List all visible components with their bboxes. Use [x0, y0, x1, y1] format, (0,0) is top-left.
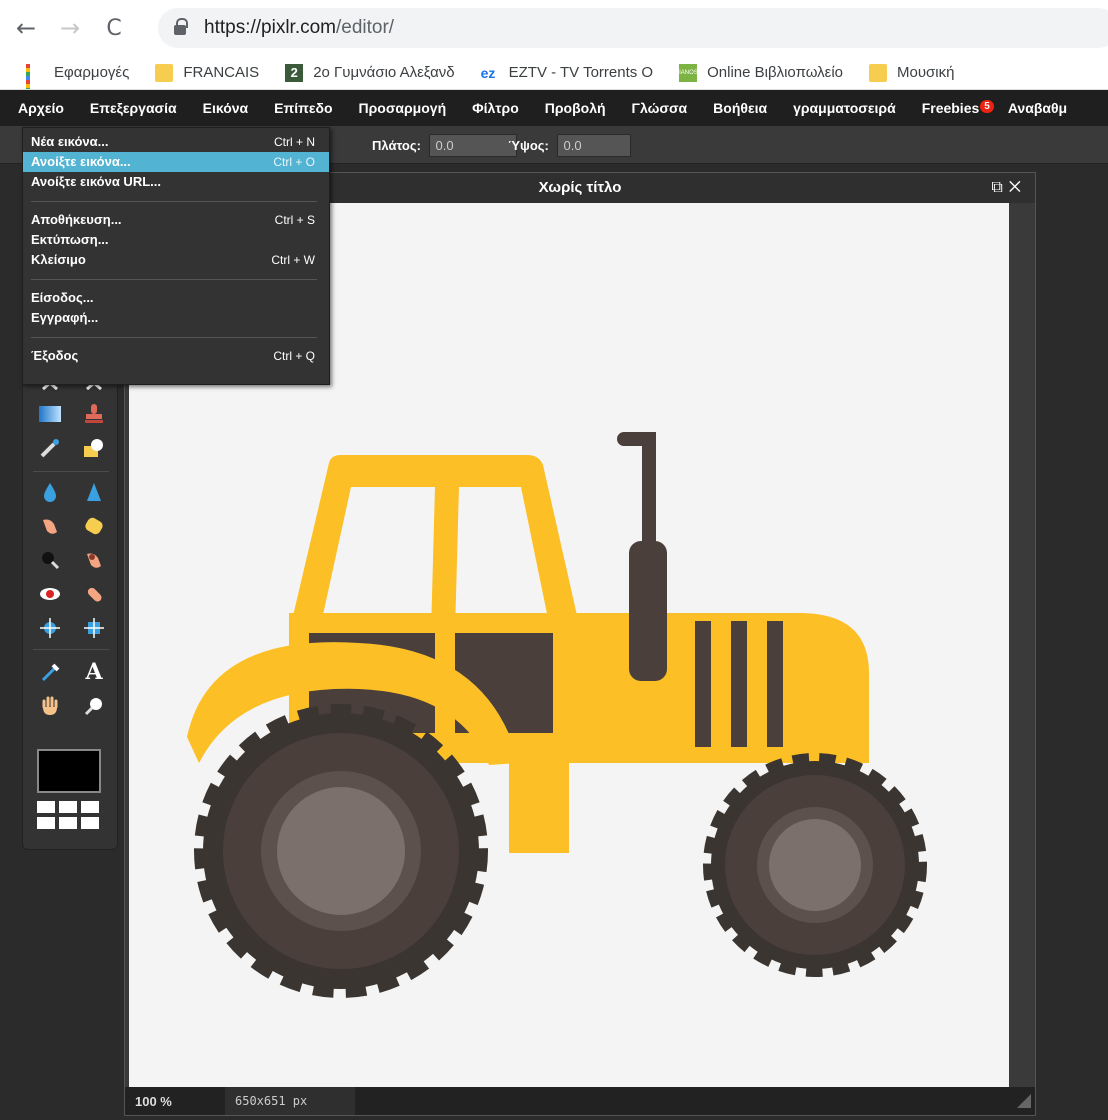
width-input[interactable]: 0.0: [428, 134, 517, 157]
menu-separator: [31, 279, 317, 280]
bookmark-apps[interactable]: Εφαρμογές: [26, 63, 129, 89]
color-picker-tool-icon[interactable]: [37, 659, 63, 685]
menu-help[interactable]: Βοήθεια: [713, 100, 767, 116]
menu-item-login[interactable]: Είσοδος...: [23, 288, 329, 308]
menu-fonts[interactable]: γραμματοσειρά: [793, 100, 896, 116]
menu-upgrade[interactable]: Αναβαθμ: [1008, 100, 1067, 116]
lock-icon: [174, 18, 188, 35]
bookmark-bookstore[interactable]: IANOS Online Βιβλιοπωλείο: [679, 63, 843, 82]
sponge-tool-icon[interactable]: [81, 513, 107, 539]
menu-freebies[interactable]: Freebies 5: [922, 100, 994, 116]
smudge-tool-icon[interactable]: [37, 513, 63, 539]
image-dimensions: 650x651 px: [225, 1087, 355, 1115]
width-option: Πλάτος: 0.0: [372, 134, 517, 157]
height-option: Ύψος: 0.0: [508, 134, 631, 157]
bloat-tool-icon[interactable]: [37, 615, 63, 641]
menu-item-register[interactable]: Εγγραφή...: [23, 308, 329, 328]
spot-heal-tool-icon[interactable]: [81, 581, 107, 607]
exhaust-stack: [629, 541, 667, 681]
freebies-badge: 5: [980, 100, 994, 113]
close-icon[interactable]: ✕: [1009, 179, 1027, 196]
pinch-tool-icon[interactable]: [81, 615, 107, 641]
file-menu-dropdown: Νέα εικόνα... Ctrl + N Ανοίξτε εικόνα... C…: [22, 127, 330, 385]
menu-language[interactable]: Γλώσσα: [632, 100, 688, 116]
type-tool-icon[interactable]: A: [81, 659, 107, 685]
rear-wheel: [194, 704, 488, 998]
menu-view[interactable]: Προβολή: [545, 100, 606, 116]
burn-tool-icon[interactable]: [81, 547, 107, 573]
dodge-tool-icon[interactable]: [37, 547, 63, 573]
hood-stripe: [767, 621, 783, 747]
bookmark-francais[interactable]: FRANCAIS: [155, 63, 259, 82]
hood-stripe: [695, 621, 711, 747]
bookmark-music[interactable]: Μουσική: [869, 63, 954, 82]
status-bar: 100 % 650x651 px: [125, 1087, 1035, 1115]
reload-icon[interactable]: C: [92, 16, 136, 41]
menu-item-open-url[interactable]: Ανοίξτε εικόνα URL...: [23, 172, 329, 192]
menu-separator: [31, 201, 317, 202]
zoom-level[interactable]: 100 %: [125, 1094, 225, 1109]
forward-arrow-icon[interactable]: →: [48, 14, 92, 42]
menu-adjust[interactable]: Προσαρμογή: [359, 100, 447, 116]
stamp-tool-icon[interactable]: [81, 401, 107, 427]
gradient-tool-icon[interactable]: [37, 401, 63, 427]
address-bar[interactable]: https://pixlr.com/editor/: [158, 8, 1108, 48]
bookmark-eztv[interactable]: ez EZTV - TV Torrents O: [481, 64, 653, 82]
color-replace-tool-icon[interactable]: [37, 435, 63, 461]
zoom-tool-icon[interactable]: [81, 693, 107, 719]
bookmarks-bar: Εφαρμογές FRANCAIS 2 2ο Γυμνάσιο Αλεξανδ…: [0, 56, 1108, 90]
exhaust-pipe: [617, 432, 656, 556]
menu-layer[interactable]: Επίπεδο: [274, 100, 332, 116]
ianos-icon: IANOS: [679, 63, 698, 82]
eztv-icon: ez: [480, 64, 496, 81]
back-arrow-icon[interactable]: ←: [4, 14, 48, 42]
hand-tool-icon[interactable]: [37, 693, 63, 719]
height-input[interactable]: 0.0: [556, 134, 631, 157]
menu-item-open-image[interactable]: Ανοίξτε εικόνα... Ctrl + O: [23, 152, 329, 172]
blur-tool-icon[interactable]: [37, 479, 63, 505]
menu-separator: [31, 337, 317, 338]
menu-item-print[interactable]: Εκτύπωση...: [23, 230, 329, 250]
tool-panel: A: [22, 370, 118, 850]
bookmark-gymnasio[interactable]: 2 2ο Γυμνάσιο Αλεξανδ: [285, 63, 455, 82]
menu-image[interactable]: Εικόνα: [203, 100, 249, 116]
browser-toolbar: ← → C https://pixlr.com/editor/: [0, 0, 1108, 56]
grid-toggle-icon[interactable]: [37, 801, 101, 835]
url-host: https://pixlr.com: [204, 17, 336, 38]
menu-file[interactable]: Αρχείο: [18, 100, 64, 116]
resize-grip-icon[interactable]: [1017, 1094, 1031, 1108]
front-wheel: [703, 753, 927, 977]
apps-grid-icon: [26, 63, 44, 89]
site-2-icon: 2: [285, 63, 304, 82]
menu-filter[interactable]: Φίλτρο: [472, 100, 519, 116]
menu-item-new-image[interactable]: Νέα εικόνα... Ctrl + N: [23, 132, 329, 152]
menu-edit[interactable]: Επεξεργασία: [90, 100, 177, 116]
restore-icon[interactable]: ⧉: [991, 179, 1008, 196]
drawing-tool-icon[interactable]: [81, 435, 107, 461]
url-path: /editor/: [336, 17, 395, 38]
folder-icon: [155, 63, 174, 82]
sharpen-tool-icon[interactable]: [81, 479, 107, 505]
folder-icon: [869, 63, 887, 82]
menu-item-exit[interactable]: Έξοδος Ctrl + Q: [23, 346, 329, 366]
color-swatch[interactable]: [37, 749, 101, 793]
app-menubar: Αρχείο Επεξεργασία Εικόνα Επίπεδο Προσαρ…: [0, 90, 1108, 126]
red-eye-tool-icon[interactable]: [37, 581, 63, 607]
hood-stripe: [731, 621, 747, 747]
menu-item-close[interactable]: Κλείσιμο Ctrl + W: [23, 250, 329, 270]
menu-item-save[interactable]: Αποθήκευση... Ctrl + S: [23, 210, 329, 230]
